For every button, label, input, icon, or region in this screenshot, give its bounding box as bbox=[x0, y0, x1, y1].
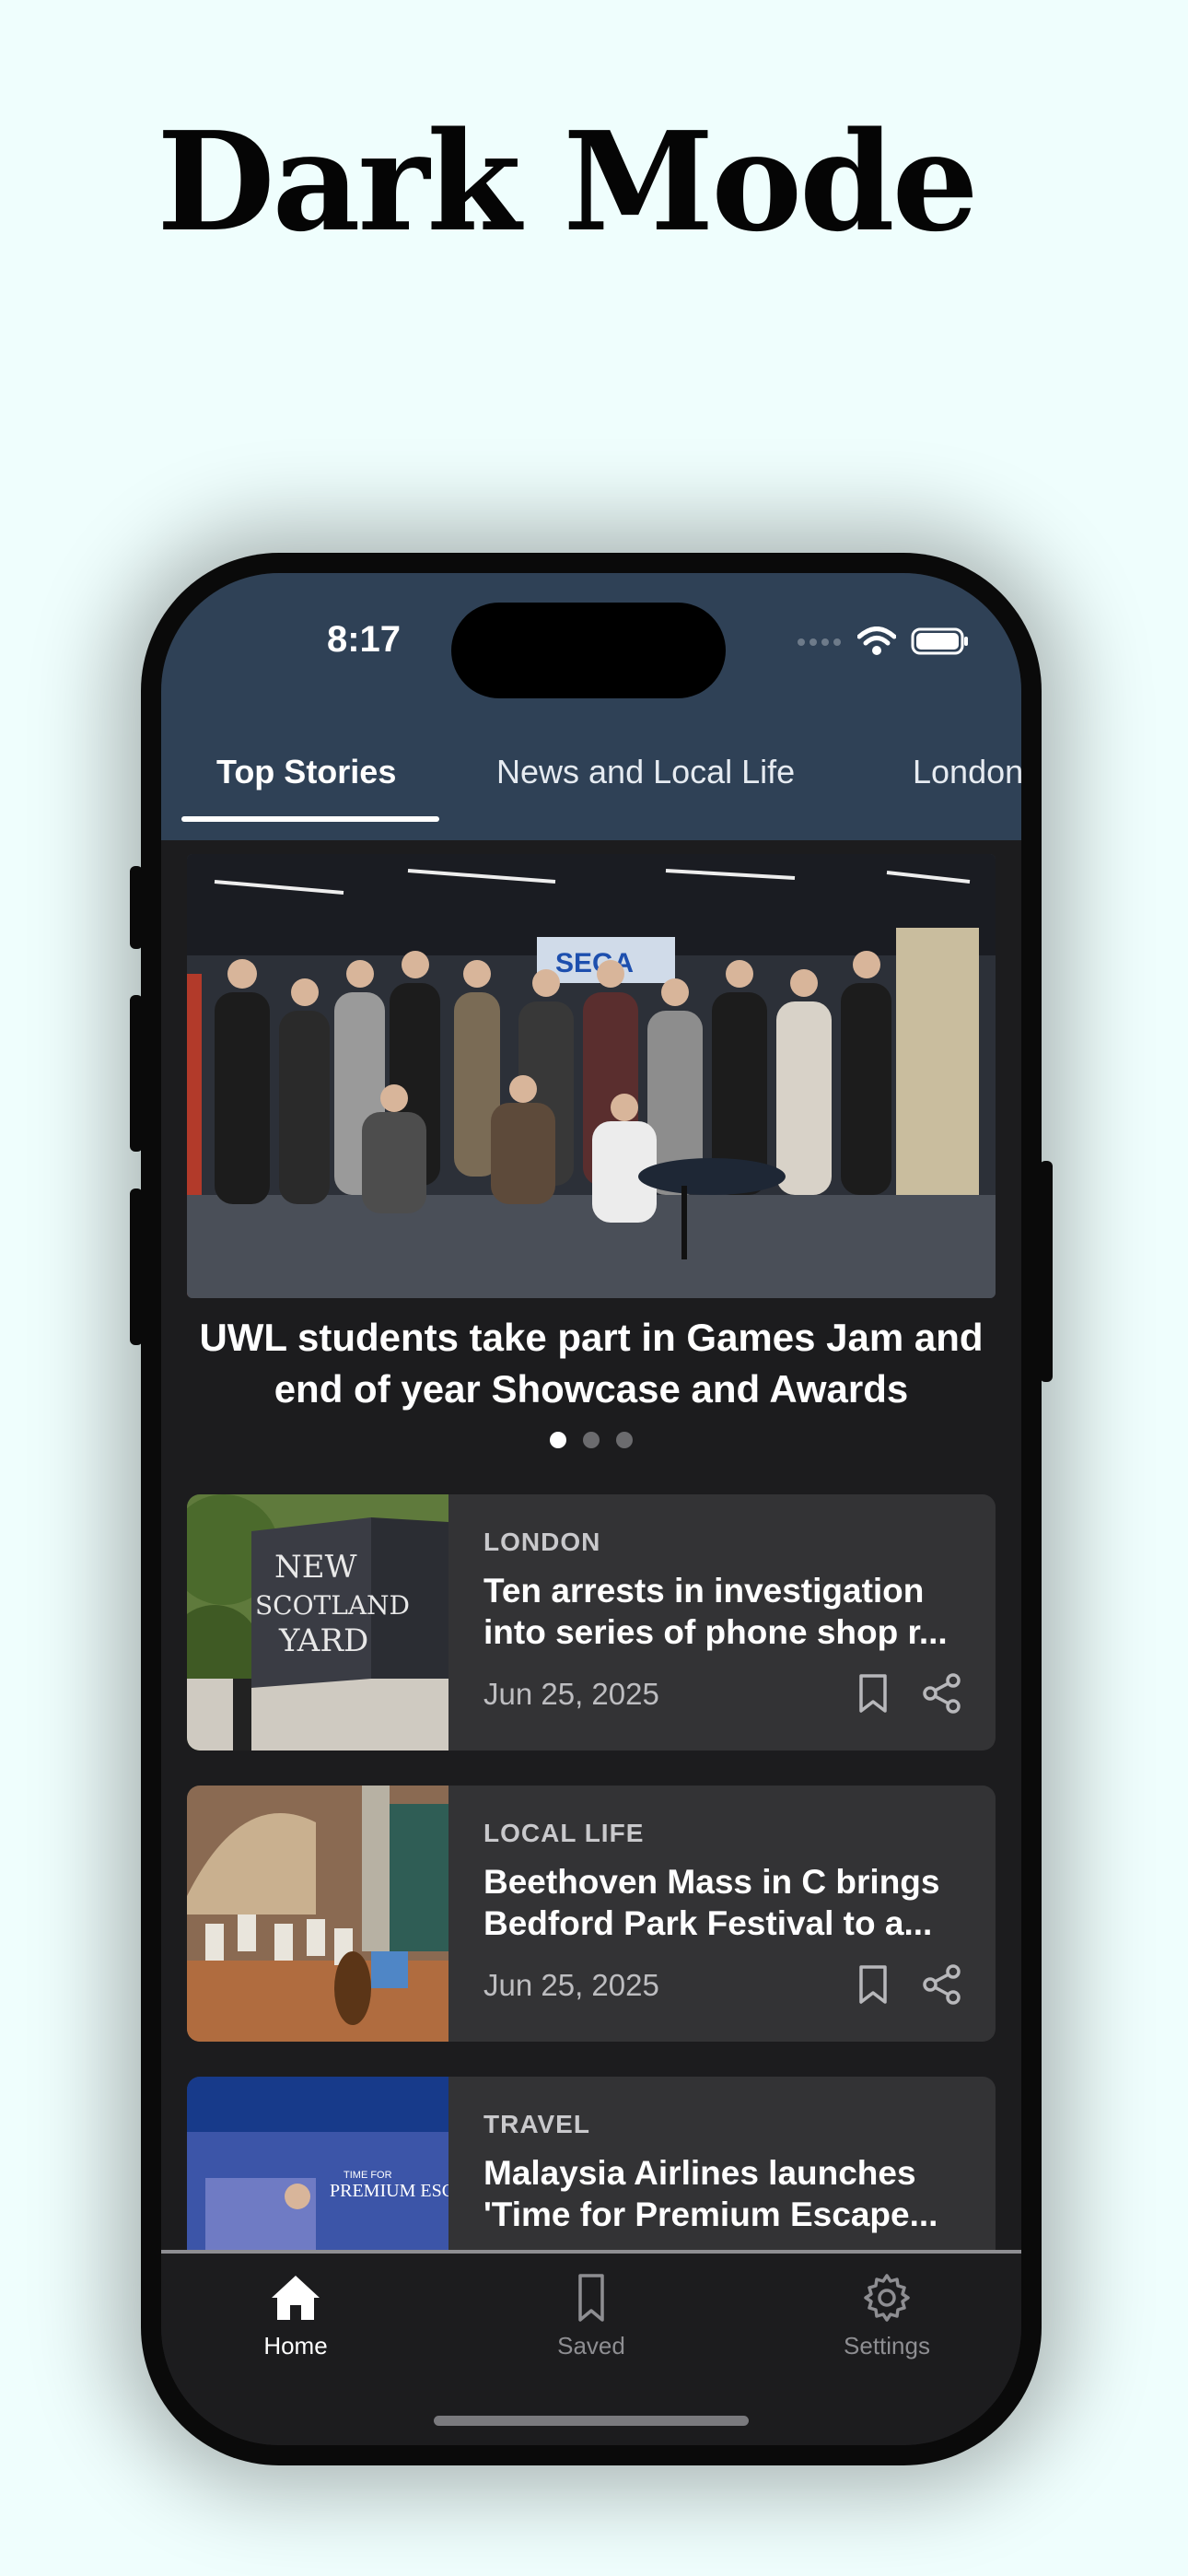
article-title-line-2: into series of phone shop r... bbox=[483, 1613, 948, 1651]
article-title-line-1: Ten arrests in investigation bbox=[483, 1572, 925, 1610]
phone-frame: 8:17 Top Stories News and Local Life Lon… bbox=[130, 553, 1053, 2465]
thumb-promo-main: PREMIUM ESCA bbox=[330, 2181, 448, 2201]
article-title: Beethoven Mass in C brings Bedford Park … bbox=[483, 1861, 972, 1944]
dynamic-island bbox=[451, 603, 726, 698]
tabbar-home-label: Home bbox=[263, 2332, 328, 2359]
article-category: TRAVEL bbox=[483, 2110, 590, 2138]
article-category: LOCAL LIFE bbox=[483, 1819, 645, 1847]
hero-title-line-1: UWL students take part in Games Jam and bbox=[199, 1316, 984, 1359]
bookmark-icon bbox=[578, 2274, 604, 2322]
share-icon[interactable] bbox=[922, 1673, 962, 1714]
tabbar-saved-label: Saved bbox=[557, 2332, 625, 2359]
article-title: Malaysia Airlines launches 'Time for Pre… bbox=[483, 2152, 972, 2235]
article-thumbnail: NEW SCOTLAND YARD bbox=[187, 1494, 448, 1751]
article-date: Jun 25, 2025 bbox=[483, 1677, 659, 1711]
article-title-line-1: Malaysia Airlines launches bbox=[483, 2154, 916, 2192]
wifi-icon bbox=[857, 626, 896, 655]
article-actions bbox=[856, 1964, 962, 2005]
carousel-page-indicator[interactable] bbox=[161, 1432, 1021, 1448]
thumb-sign-line-3: YARD bbox=[278, 1622, 368, 1659]
active-tab-indicator bbox=[181, 816, 439, 822]
phone-volume-up bbox=[130, 995, 143, 1152]
home-indicator[interactable] bbox=[434, 2416, 749, 2426]
bookmark-icon[interactable] bbox=[856, 1673, 891, 1714]
page-dot-1[interactable] bbox=[550, 1432, 566, 1448]
bookmark-icon[interactable] bbox=[856, 1964, 891, 2005]
signal-icon bbox=[798, 638, 841, 646]
home-icon bbox=[272, 2276, 320, 2320]
article-title: Ten arrests in investigation into series… bbox=[483, 1570, 972, 1653]
article-thumbnail bbox=[187, 1786, 448, 2042]
thumb-sign-line-2: SCOTLAND bbox=[255, 1590, 410, 1621]
article-actions bbox=[856, 1673, 962, 1714]
status-icons bbox=[797, 626, 970, 656]
tabbar-home[interactable]: Home bbox=[204, 2272, 388, 2360]
phone-power-button bbox=[1040, 1161, 1053, 1382]
article-category: LONDON bbox=[483, 1528, 601, 1556]
tab-london[interactable]: London bbox=[913, 739, 1021, 831]
header-bar: 8:17 Top Stories News and Local Life Lon… bbox=[161, 573, 1021, 840]
settings-gear-icon bbox=[864, 2274, 910, 2322]
page-dot-2[interactable] bbox=[583, 1432, 600, 1448]
tabbar-saved[interactable]: Saved bbox=[499, 2272, 683, 2360]
tabbar-settings-label: Settings bbox=[844, 2332, 930, 2359]
article-title-line-1: Beethoven Mass in C brings bbox=[483, 1863, 940, 1901]
phone-volume-down bbox=[130, 1188, 143, 1345]
article-title-line-2: 'Time for Premium Escape... bbox=[483, 2195, 938, 2233]
hero-title-line-2: end of year Showcase and Awards bbox=[274, 1367, 909, 1411]
hero-image[interactable]: SEGA bbox=[187, 854, 996, 1298]
phone-side-button bbox=[130, 866, 143, 949]
promo-headline: Dark Mode bbox=[157, 101, 978, 262]
app-screen: 8:17 Top Stories News and Local Life Lon… bbox=[161, 573, 1021, 2445]
tab-news-and-local-life[interactable]: News and Local Life bbox=[496, 739, 795, 831]
thumb-sign-line-1: NEW bbox=[274, 1549, 357, 1586]
article-date: Jun 25, 2025 bbox=[483, 1968, 659, 2002]
battery-icon bbox=[911, 627, 968, 655]
article-card[interactable]: LOCAL LIFE Beethoven Mass in C brings Be… bbox=[187, 1786, 996, 2042]
page-dot-3[interactable] bbox=[616, 1432, 633, 1448]
hero-title[interactable]: UWL students take part in Games Jam and … bbox=[180, 1312, 1003, 1415]
share-icon[interactable] bbox=[922, 1964, 962, 2005]
status-time: 8:17 bbox=[326, 619, 402, 660]
article-card[interactable]: NEW SCOTLAND YARD LONDON Ten arrests in … bbox=[187, 1494, 996, 1751]
article-title-line-2: Bedford Park Festival to a... bbox=[483, 1904, 933, 1942]
category-tabs: Top Stories News and Local Life London bbox=[161, 739, 1021, 840]
tabbar-settings[interactable]: Settings bbox=[795, 2272, 979, 2360]
thumb-promo-small: TIME FOR bbox=[344, 2170, 392, 2181]
